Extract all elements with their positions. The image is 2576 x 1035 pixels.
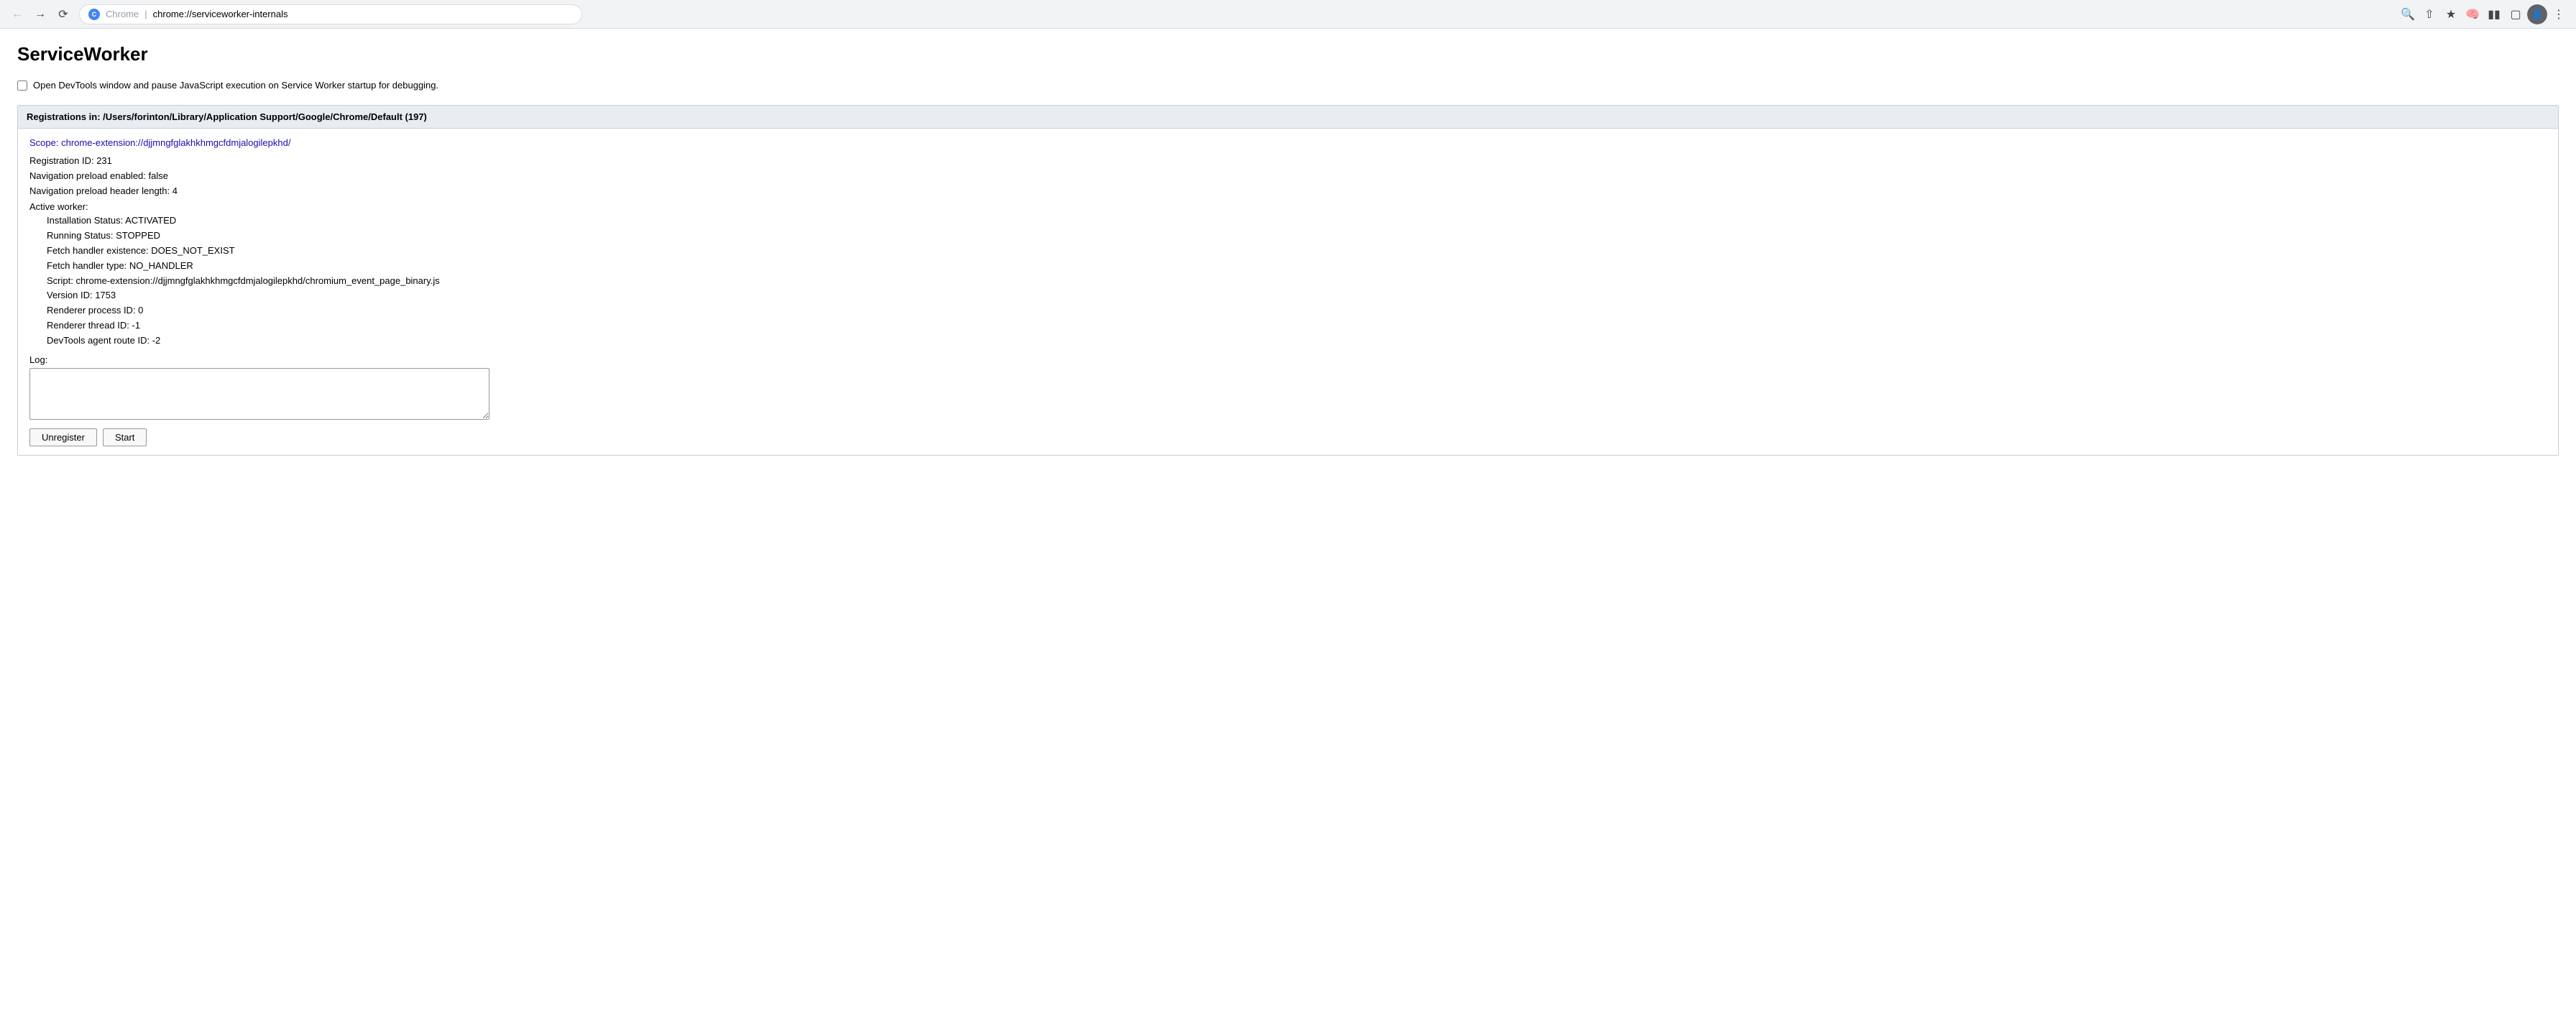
unregister-button[interactable]: Unregister [29, 428, 97, 446]
media-icon-button[interactable]: ▮▮ [2484, 4, 2504, 24]
menu-button[interactable]: ⋮ [2549, 4, 2569, 24]
script-row: Script: chrome-extension://djjmngfglakhk… [47, 274, 2547, 289]
renderer-process-id-row: Renderer process ID: 0 [47, 303, 2547, 318]
devtools-checkbox-label[interactable]: Open DevTools window and pause JavaScrip… [33, 80, 438, 91]
profile-button[interactable]: 👤 [2527, 4, 2547, 24]
bookmark-icon-button[interactable]: ★ [2441, 4, 2461, 24]
running-status-row: Running Status: STOPPED [47, 229, 2547, 244]
nav-preload-header-row: Navigation preload header length: 4 [29, 184, 2547, 199]
active-worker-section: Active worker: Installation Status: ACTI… [29, 201, 2547, 348]
nav-preload-enabled-row: Navigation preload enabled: false [29, 169, 2547, 184]
fetch-handler-type-row: Fetch handler type: NO_HANDLER [47, 259, 2547, 274]
version-id-row: Version ID: 1753 [47, 288, 2547, 303]
devtools-agent-route-id-row: DevTools agent route ID: -2 [47, 334, 2547, 349]
address-bar[interactable]: C Chrome | chrome://serviceworker-intern… [79, 4, 582, 24]
devtools-checkbox-row: Open DevTools window and pause JavaScrip… [17, 80, 2559, 91]
registration-body: Scope: chrome-extension://djjmngfglakhkh… [18, 129, 2558, 455]
forward-button[interactable]: → [30, 4, 50, 24]
share-icon-button[interactable]: ⇧ [2419, 4, 2439, 24]
action-buttons: Unregister Start [29, 428, 2547, 446]
page-title: ServiceWorker [17, 43, 2559, 65]
devtools-checkbox[interactable] [17, 80, 27, 91]
window-icon-button[interactable]: ▢ [2506, 4, 2526, 24]
profile-avatar: 👤 [2527, 4, 2547, 24]
fetch-handler-existence-row: Fetch handler existence: DOES_NOT_EXIST [47, 244, 2547, 259]
active-worker-label: Active worker: [29, 201, 2547, 212]
extensions-icon-button[interactable]: 🧠 [2462, 4, 2483, 24]
start-button[interactable]: Start [103, 428, 147, 446]
registration-header: Registrations in: /Users/forinton/Librar… [18, 106, 2558, 129]
brand-label: Chrome [106, 9, 139, 19]
address-separator: | [144, 9, 147, 19]
page-content: ServiceWorker Open DevTools window and p… [0, 29, 2576, 470]
reload-button[interactable]: ⟳ [53, 4, 73, 24]
url-display: chrome://serviceworker-internals [153, 9, 573, 19]
log-textarea[interactable] [29, 368, 489, 420]
registration-id-row: Registration ID: 231 [29, 154, 2547, 169]
nav-buttons: ← → ⟳ [7, 4, 73, 24]
search-icon-button[interactable]: 🔍 [2398, 4, 2418, 24]
scope-link[interactable]: Scope: chrome-extension://djjmngfglakhkh… [29, 137, 2547, 148]
browser-toolbar: ← → ⟳ C Chrome | chrome://serviceworker-… [0, 0, 2576, 29]
worker-details: Installation Status: ACTIVATED Running S… [29, 213, 2547, 348]
back-button[interactable]: ← [7, 4, 27, 24]
log-label: Log: [29, 354, 2547, 365]
renderer-thread-id-row: Renderer thread ID: -1 [47, 318, 2547, 334]
installation-status-row: Installation Status: ACTIVATED [47, 213, 2547, 229]
log-section: Log: [29, 354, 2547, 420]
favicon-icon: C [88, 9, 100, 20]
registration-section: Registrations in: /Users/forinton/Librar… [17, 105, 2559, 456]
toolbar-icons: 🔍 ⇧ ★ 🧠 ▮▮ ▢ 👤 ⋮ [2398, 4, 2569, 24]
